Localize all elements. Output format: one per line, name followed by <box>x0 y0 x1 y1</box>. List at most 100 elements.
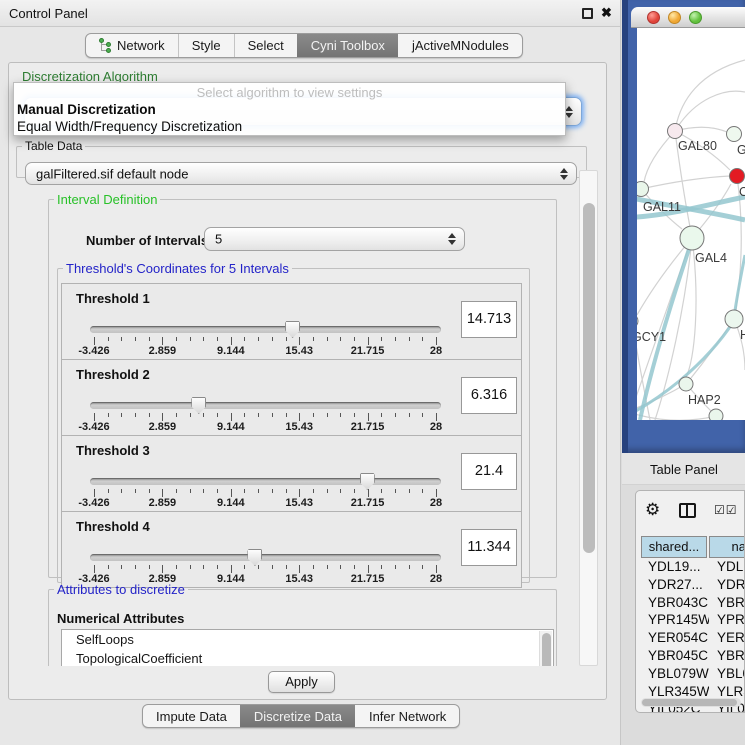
threshold-row-3: Threshold 3 -3.4262.8599.14415.4321.71528… <box>61 435 522 512</box>
network-view-window[interactable]: GAL80GACGAL11GAL4GCY1HHAP2 <box>622 0 745 453</box>
attribute-item[interactable]: SelfLoops <box>62 630 553 649</box>
network-node-gcy1[interactable] <box>637 314 638 328</box>
table-row[interactable]: YPR145WYPR1 <box>641 612 745 630</box>
column-header-name[interactable]: na <box>709 536 745 558</box>
attributes-group-title: Attributes to discretize <box>54 582 188 597</box>
table-data-combobox[interactable]: galFiltered.sif default node <box>25 162 577 185</box>
network-icon <box>99 38 112 53</box>
num-intervals-combobox[interactable]: 5 <box>204 227 465 251</box>
checked-checkbox-icon[interactable]: ☑☑ <box>714 503 738 517</box>
control-panel: Control Panel ✖ NetworkStyleSelectCyni T… <box>0 0 621 745</box>
numerical-attributes-label: Numerical Attributes <box>57 611 184 626</box>
table-row[interactable]: YBR045CYBR0 <box>641 648 745 666</box>
node-label: GA <box>737 143 745 157</box>
threshold-row-4: Threshold 4-3.4262.8599.14415.4321.71528… <box>61 511 522 588</box>
network-edge[interactable] <box>641 176 730 189</box>
table-row[interactable]: YDR27...YDR2 <box>641 577 745 595</box>
slider-ticks <box>94 413 436 421</box>
settings-scroll-viewport: Interval Definition Number of Intervals … <box>16 186 578 666</box>
dropdown-option-manual-discretization[interactable]: Manual Discretization <box>14 101 565 118</box>
apply-button[interactable]: Apply <box>268 671 335 693</box>
network-edge[interactable] <box>655 238 692 420</box>
threshold-slider[interactable] <box>90 326 441 333</box>
slider-thumb[interactable] <box>285 321 300 338</box>
tab-cyni-toolbox[interactable]: Cyni Toolbox <box>297 34 398 57</box>
dropdown-option-equal-width-frequency-discretization[interactable]: Equal Width/Frequency Discretization <box>14 118 565 135</box>
network-node-gal80[interactable] <box>668 124 683 139</box>
network-edge[interactable] <box>675 60 745 131</box>
node-label: HAP2 <box>688 393 721 407</box>
slider-thumb[interactable] <box>191 397 206 414</box>
slider-tick-labels: -3.4262.8599.14415.4321.71528 <box>94 497 436 509</box>
close-light-icon[interactable] <box>647 11 660 24</box>
threshold-value-field[interactable]: 14.713 <box>461 301 517 338</box>
network-node-hap2[interactable] <box>679 377 693 391</box>
threshold-slider[interactable] <box>90 554 441 561</box>
table-row[interactable]: YBR043CYBR0 <box>641 595 745 613</box>
tab-style[interactable]: Style <box>178 34 234 57</box>
network-edge[interactable] <box>637 238 692 315</box>
num-intervals-label: Number of Intervals <box>86 233 208 248</box>
table-row[interactable]: YER054CYER0 <box>641 630 745 648</box>
slider-thumb[interactable] <box>360 473 375 490</box>
threshold-value-field[interactable]: 21.4 <box>461 453 517 490</box>
scrollbar-thumb[interactable] <box>642 699 737 706</box>
network-node[interactable] <box>709 409 723 420</box>
panel-vertical-scrollbar[interactable] <box>579 170 598 666</box>
threshold-label: Threshold 3 <box>76 443 150 458</box>
slider-ticks <box>94 489 436 497</box>
attribute-item[interactable]: TopologicalCoefficient <box>62 649 553 666</box>
table-row[interactable]: YBL079WYBL0 <box>641 666 745 684</box>
column-header-shared-name[interactable]: shared... <box>641 536 707 558</box>
tab-impute-data[interactable]: Impute Data <box>143 705 240 727</box>
network-node-gal11[interactable] <box>637 182 649 197</box>
combo-arrows-icon <box>565 106 573 118</box>
float-window-icon[interactable] <box>582 8 593 19</box>
tab-infer-network[interactable]: Infer Network <box>355 705 459 727</box>
tab-discretize-data[interactable]: Discretize Data <box>240 705 355 727</box>
tab-select[interactable]: Select <box>234 34 297 57</box>
threshold-value-field[interactable]: 11.344 <box>461 529 517 566</box>
node-label: GAL80 <box>678 139 717 153</box>
control-panel-tabstrip: NetworkStyleSelectCyni ToolboxjActiveMNo… <box>85 33 523 58</box>
network-window-titlebar[interactable] <box>631 7 745 28</box>
tab-network[interactable]: Network <box>86 34 178 57</box>
threshold-slider[interactable] <box>90 402 441 409</box>
scrollbar-thumb[interactable] <box>583 203 595 553</box>
network-canvas[interactable]: GAL80GACGAL11GAL4GCY1HHAP2 <box>637 28 745 420</box>
network-node-h[interactable] <box>725 310 743 328</box>
table-row[interactable]: YDL19...YDL1 <box>641 559 745 577</box>
gear-icon[interactable]: ⚙ <box>645 500 660 520</box>
tab-jactivemnodules[interactable]: jActiveMNodules <box>398 34 522 57</box>
combo-arrows-icon <box>560 168 568 180</box>
table-horizontal-scrollbar[interactable] <box>641 698 741 707</box>
interval-definition-group: Interval Definition Number of Intervals … <box>48 192 557 578</box>
threshold-label: Threshold 1 <box>76 291 150 306</box>
attributes-group: Attributes to discretize Numerical Attri… <box>48 582 557 666</box>
minimize-light-icon[interactable] <box>668 11 681 24</box>
slider-ticks <box>94 565 436 573</box>
slider-tick-labels: -3.4262.8599.14415.4321.71528 <box>94 421 436 433</box>
close-panel-icon[interactable]: ✖ <box>601 5 612 21</box>
zoom-light-icon[interactable] <box>689 11 702 24</box>
split-columns-icon[interactable] <box>679 503 696 518</box>
attributes-list-scrollbar[interactable] <box>539 631 552 666</box>
threshold-slider[interactable] <box>90 478 441 485</box>
network-node-ga[interactable] <box>727 127 742 142</box>
slider-ticks <box>94 337 436 345</box>
network-edge[interactable] <box>675 91 745 131</box>
network-edge-highlighted[interactable] <box>734 255 745 317</box>
network-node-gal4[interactable] <box>680 226 704 250</box>
network-node-c[interactable] <box>730 169 745 184</box>
threshold-value-field[interactable]: 6.316 <box>461 377 517 414</box>
numerical-attributes-list: SelfLoopsTopologicalCoefficientBetweenne… <box>61 629 554 666</box>
thresholds-group-title: Threshold's Coordinates for 5 Intervals <box>63 261 292 276</box>
table-panel: ⚙ ☑☑ shared... na YDL19...YDL1YDR27...YD… <box>635 490 745 713</box>
combo-arrows-icon <box>448 233 456 245</box>
network-edge[interactable] <box>644 131 675 182</box>
control-panel-title: Control Panel <box>9 6 88 21</box>
table-data-group: Table Data galFiltered.sif default node <box>16 139 587 178</box>
slider-thumb[interactable] <box>247 549 262 566</box>
threshold-label: Threshold 4 <box>76 519 150 534</box>
table-body: YDL19...YDL1YDR27...YDR2YBR043CYBR0YPR14… <box>641 559 745 713</box>
